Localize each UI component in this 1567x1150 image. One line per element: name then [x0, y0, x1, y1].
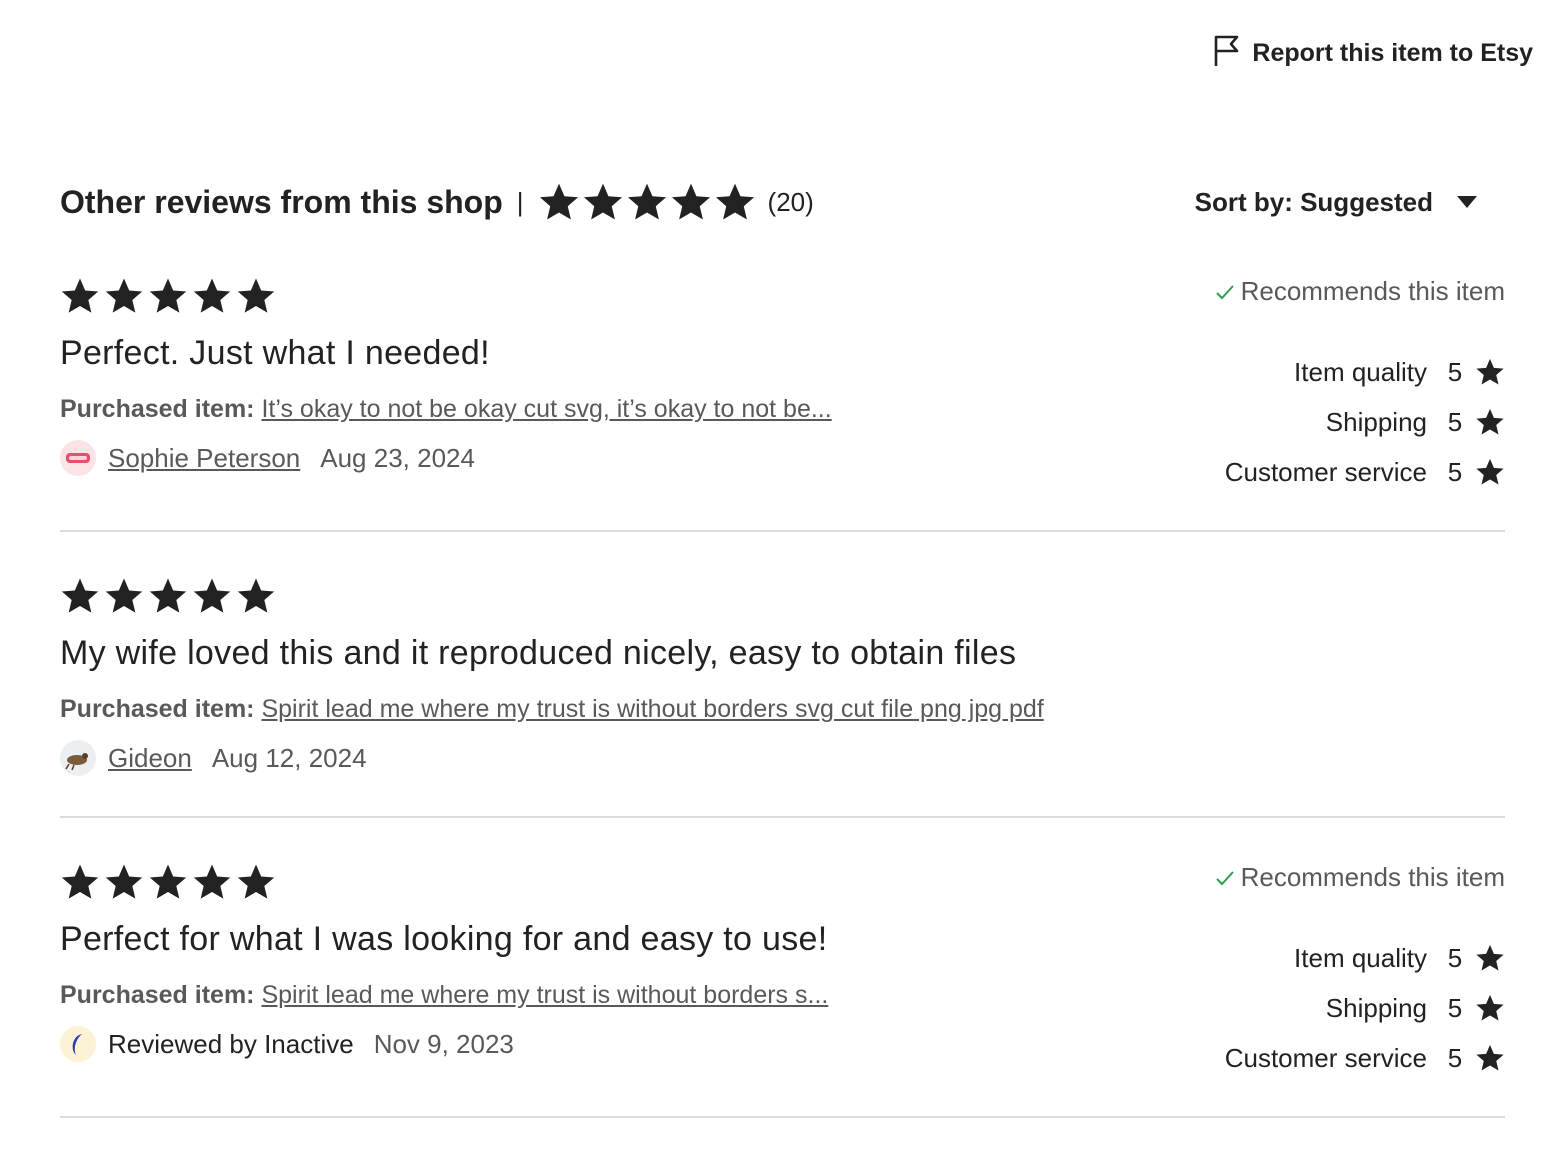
- star-icon: [583, 183, 622, 220]
- reviewer-name: Reviewed by Inactive: [108, 1028, 354, 1059]
- star-icon: [1476, 944, 1504, 971]
- sub-rating-row: Shipping 5: [1215, 983, 1505, 1033]
- star-icon: [715, 183, 754, 220]
- star-icon: [193, 278, 231, 313]
- shop-rating-stars: [538, 181, 756, 223]
- star-icon: [627, 183, 666, 220]
- review-details: Recommends this item Item quality 5 Ship…: [1215, 862, 1505, 1083]
- purchased-item-link[interactable]: Spirit lead me where my trust is without…: [261, 981, 828, 1009]
- star-icon: [193, 864, 231, 899]
- avatar[interactable]: [60, 740, 96, 776]
- star-icon: [1476, 1044, 1504, 1071]
- sub-rating-row: Item quality 5: [1215, 933, 1505, 983]
- purchased-item-label: Purchased item:: [60, 695, 255, 723]
- review-item: Perfect for what I was looking for and e…: [60, 862, 1505, 1118]
- review-item: My wife loved this and it reproduced nic…: [60, 576, 1505, 818]
- star-icon: [237, 864, 275, 899]
- star-icon: [237, 278, 275, 313]
- reviewer-name-link[interactable]: Gideon: [108, 743, 192, 774]
- star-icon: [105, 864, 143, 899]
- sub-rating-value: 5: [1447, 992, 1463, 1023]
- star-icon: [237, 578, 275, 613]
- recommends-label: Recommends this item: [1240, 862, 1505, 892]
- star-icon: [61, 864, 99, 899]
- avatar: [60, 1026, 96, 1062]
- review-meta: Gideon Aug 12, 2024: [60, 740, 1505, 776]
- star-icon: [61, 578, 99, 613]
- recommends-badge: Recommends this item: [1215, 862, 1505, 893]
- report-item-link[interactable]: Report this item to Etsy: [1212, 34, 1533, 73]
- star-icon: [149, 278, 187, 313]
- sub-ratings: Item quality 5 Shipping 5 Customer servi…: [1215, 347, 1505, 497]
- review-date: Nov 9, 2023: [373, 1028, 514, 1059]
- star-icon: [149, 578, 187, 613]
- caret-down-icon: [1457, 196, 1477, 208]
- sub-rating-value: 5: [1447, 356, 1463, 387]
- review-date: Aug 23, 2024: [320, 442, 475, 473]
- check-icon: [1215, 284, 1234, 299]
- flag-icon: [1212, 34, 1242, 73]
- sort-dropdown[interactable]: Sort by: Suggested: [1195, 187, 1505, 218]
- check-icon: [1215, 870, 1234, 885]
- sub-rating-row: Customer service 5: [1215, 447, 1505, 497]
- review-date: Aug 12, 2024: [211, 742, 367, 773]
- sub-rating-value: 5: [1447, 456, 1463, 487]
- sub-rating-row: Shipping 5: [1215, 397, 1505, 447]
- purchased-item-link[interactable]: It’s okay to not be okay cut svg, it’s o…: [261, 395, 831, 423]
- sub-rating-label: Shipping: [1325, 406, 1427, 437]
- sub-rating-label: Customer service: [1224, 1042, 1427, 1073]
- purchased-item-label: Purchased item:: [60, 981, 255, 1009]
- header-separator: |: [516, 186, 524, 217]
- reviews-header: Other reviews from this shop | (20) Sort…: [60, 178, 1505, 226]
- review-item: Perfect. Just what I needed! Purchased i…: [60, 276, 1505, 532]
- recommends-label: Recommends this item: [1240, 276, 1505, 306]
- review-rating-stars: [60, 576, 1505, 616]
- star-icon: [1476, 994, 1504, 1021]
- sub-rating-label: Item quality: [1294, 356, 1427, 387]
- purchased-item: Purchased item: Spirit lead me where my …: [60, 695, 1505, 724]
- review-text: My wife loved this and it reproduced nic…: [60, 634, 1017, 672]
- star-icon: [105, 578, 143, 613]
- star-icon: [61, 278, 99, 313]
- sub-rating-value: 5: [1447, 406, 1463, 437]
- sub-ratings: Item quality 5 Shipping 5 Customer servi…: [1215, 933, 1505, 1083]
- purchased-item-link[interactable]: Spirit lead me where my trust is without…: [261, 695, 1043, 723]
- purchased-item-label: Purchased item:: [60, 395, 255, 423]
- star-icon: [105, 278, 143, 313]
- sub-rating-label: Item quality: [1294, 942, 1427, 973]
- avatar[interactable]: [60, 440, 96, 476]
- star-icon: [671, 183, 710, 220]
- report-item-label: Report this item to Etsy: [1252, 39, 1533, 67]
- star-icon: [193, 578, 231, 613]
- sub-rating-label: Customer service: [1224, 456, 1427, 487]
- reviews-title: Other reviews from this shop: [60, 183, 503, 220]
- sort-label: Sort by: Suggested: [1194, 186, 1433, 217]
- star-icon: [539, 183, 578, 220]
- reviewer-name-link[interactable]: Sophie Peterson: [108, 443, 300, 474]
- star-icon: [1476, 458, 1504, 485]
- sub-rating-row: Customer service 5: [1215, 1033, 1505, 1083]
- recommends-badge: Recommends this item: [1215, 276, 1505, 307]
- star-icon: [1476, 358, 1504, 385]
- star-icon: [1476, 408, 1504, 435]
- sub-rating-row: Item quality 5: [1215, 347, 1505, 397]
- sub-rating-value: 5: [1447, 1042, 1463, 1073]
- star-icon: [149, 864, 187, 899]
- review-count: (20): [767, 186, 814, 217]
- review-details: Recommends this item Item quality 5 Ship…: [1215, 276, 1505, 497]
- sub-rating-value: 5: [1447, 942, 1463, 973]
- sub-rating-label: Shipping: [1325, 992, 1427, 1023]
